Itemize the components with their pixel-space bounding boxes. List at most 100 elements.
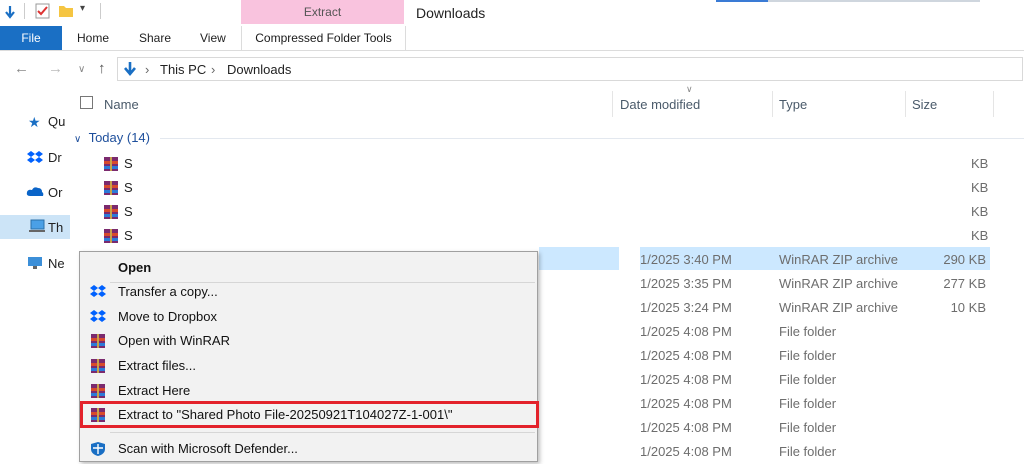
table-row[interactable]: 1/2025 3:24 PM WinRAR ZIP archive 10 KB bbox=[640, 300, 990, 320]
down-arrow-icon[interactable] bbox=[3, 5, 17, 19]
menu-item-extract-here[interactable]: Extract Here bbox=[80, 379, 537, 403]
file-type: File folder bbox=[779, 348, 837, 363]
network-icon bbox=[28, 257, 42, 269]
file-type: WinRAR ZIP archive bbox=[779, 252, 898, 267]
file-type: File folder bbox=[779, 372, 837, 387]
file-type: File folder bbox=[779, 420, 837, 435]
menu-item-move-to-dropbox[interactable]: Move to Dropbox bbox=[80, 305, 537, 329]
table-row[interactable]: 1/2025 4:08 PM File folder bbox=[640, 324, 990, 344]
table-row[interactable]: S KB bbox=[100, 227, 1000, 247]
group-divider bbox=[160, 138, 1024, 139]
menu-item-open-with-winrar[interactable]: Open with WinRAR bbox=[80, 329, 537, 353]
winrar-archive-icon bbox=[104, 157, 118, 171]
dropbox-icon bbox=[90, 285, 106, 297]
menu-item-scan-defender[interactable]: Scan with Microsoft Defender... bbox=[80, 437, 537, 461]
column-type[interactable]: Type bbox=[779, 97, 807, 112]
file-type: WinRAR ZIP archive bbox=[779, 276, 898, 291]
file-date: 1/2025 4:08 PM bbox=[640, 348, 732, 363]
selected-row-highlight bbox=[539, 247, 619, 270]
winrar-archive-icon bbox=[104, 229, 118, 243]
file-type: File folder bbox=[779, 324, 837, 339]
group-label: Today (14) bbox=[88, 130, 150, 145]
menu-item-label: Open with WinRAR bbox=[118, 333, 230, 348]
context-menu: Open Transfer a copy... Move to Dropbox … bbox=[79, 251, 539, 462]
window-title: Downloads bbox=[416, 5, 486, 21]
table-row[interactable]: 1/2025 4:08 PM File folder bbox=[640, 348, 990, 368]
tab-view[interactable]: View bbox=[200, 26, 226, 50]
file-date: 1/2025 4:08 PM bbox=[640, 396, 732, 411]
sidebar-item-quick-access[interactable]: Qu bbox=[48, 114, 65, 129]
menu-item-label: Open bbox=[118, 260, 152, 275]
sidebar-item-onedrive[interactable]: Or bbox=[48, 185, 62, 200]
menu-item-extract-files[interactable]: Extract files... bbox=[80, 354, 537, 378]
file-date: 1/2025 3:24 PM bbox=[640, 300, 732, 315]
quick-access-toolbar: ▾ bbox=[0, 0, 240, 26]
winrar-icon bbox=[91, 359, 105, 373]
tab-file[interactable]: File bbox=[0, 26, 62, 50]
up-arrow-icon[interactable]: ↑ bbox=[98, 60, 106, 77]
tab-compressed-folder-tools[interactable]: Compressed Folder Tools bbox=[241, 26, 406, 50]
table-row[interactable]: 1/2025 3:35 PM WinRAR ZIP archive 277 KB bbox=[640, 276, 990, 296]
menu-item-label: Extract Here bbox=[118, 383, 191, 398]
back-arrow-icon[interactable]: ← bbox=[14, 60, 29, 77]
file-date: 1/2025 4:08 PM bbox=[640, 372, 732, 387]
column-size[interactable]: Size bbox=[912, 97, 937, 112]
breadcrumb-downloads[interactable]: Downloads bbox=[227, 62, 291, 77]
forward-arrow-icon[interactable]: → bbox=[48, 60, 63, 77]
sidebar-item-dropbox[interactable]: Dr bbox=[48, 150, 62, 165]
highlight-box bbox=[80, 401, 539, 428]
menu-item-open[interactable]: Open bbox=[80, 256, 537, 280]
group-header-today[interactable]: ∨ Today (14) bbox=[74, 130, 150, 145]
breadcrumb-separator-icon[interactable]: › bbox=[145, 62, 149, 77]
tab-home[interactable]: Home bbox=[77, 26, 109, 50]
table-row[interactable]: 1/2025 4:08 PM File folder bbox=[640, 396, 990, 416]
menu-item-label: Scan with Microsoft Defender... bbox=[118, 441, 298, 456]
file-type: File folder bbox=[779, 444, 837, 459]
file-size: KB bbox=[971, 180, 989, 195]
this-pc-icon bbox=[29, 219, 45, 232]
file-name: S bbox=[124, 180, 133, 195]
title-bar-accent bbox=[716, 0, 768, 2]
downloads-folder-icon bbox=[124, 62, 136, 77]
sidebar-item-network[interactable]: Ne bbox=[48, 256, 65, 271]
menu-item-label: Extract files... bbox=[118, 358, 197, 373]
recent-locations-icon[interactable]: ∨ bbox=[78, 64, 85, 75]
file-size: KB bbox=[971, 228, 989, 243]
file-type: File folder bbox=[779, 396, 837, 411]
table-row[interactable]: 1/2025 4:08 PM File folder bbox=[640, 372, 990, 392]
chevron-down-icon: ∨ bbox=[74, 134, 82, 145]
table-row[interactable]: S KB bbox=[100, 155, 1000, 175]
column-divider[interactable] bbox=[772, 91, 773, 117]
customize-dropdown-icon[interactable]: ▾ bbox=[80, 3, 85, 14]
column-divider[interactable] bbox=[905, 91, 906, 117]
file-date: 1/2025 4:08 PM bbox=[640, 324, 732, 339]
winrar-icon bbox=[91, 334, 105, 348]
file-size: 10 KB bbox=[950, 300, 986, 315]
table-row[interactable]: 1/2025 4:08 PM File folder bbox=[640, 420, 990, 440]
file-date: 1/2025 4:08 PM bbox=[640, 420, 732, 435]
defender-shield-icon bbox=[91, 442, 105, 456]
select-all-checkbox[interactable] bbox=[80, 96, 93, 109]
dropbox-icon bbox=[90, 310, 106, 322]
table-row[interactable]: 1/2025 4:08 PM File folder bbox=[640, 444, 990, 464]
menu-item-transfer-copy[interactable]: Transfer a copy... bbox=[80, 280, 537, 304]
tab-share[interactable]: Share bbox=[139, 26, 171, 50]
new-folder-icon[interactable] bbox=[58, 3, 74, 19]
column-date-modified[interactable]: Date modified bbox=[620, 97, 700, 112]
properties-icon[interactable] bbox=[35, 3, 51, 19]
file-date: 1/2025 3:35 PM bbox=[640, 276, 732, 291]
table-row[interactable]: S KB bbox=[100, 203, 1000, 223]
tab-extract-context[interactable]: Extract bbox=[241, 0, 404, 24]
sidebar-item-this-pc[interactable]: Th bbox=[48, 220, 63, 235]
divider bbox=[100, 3, 101, 19]
table-row[interactable]: 1/2025 3:40 PM WinRAR ZIP archive 290 KB bbox=[640, 252, 990, 272]
breadcrumb-this-pc[interactable]: This PC bbox=[160, 62, 206, 77]
file-size: 277 KB bbox=[943, 276, 986, 291]
file-name: S bbox=[124, 156, 133, 171]
column-divider[interactable] bbox=[993, 91, 994, 117]
menu-separator bbox=[110, 432, 535, 433]
table-row[interactable]: S KB bbox=[100, 179, 1000, 199]
column-name[interactable]: Name bbox=[104, 97, 139, 112]
column-divider[interactable] bbox=[612, 91, 613, 117]
breadcrumb-separator-icon[interactable]: › bbox=[211, 62, 215, 77]
